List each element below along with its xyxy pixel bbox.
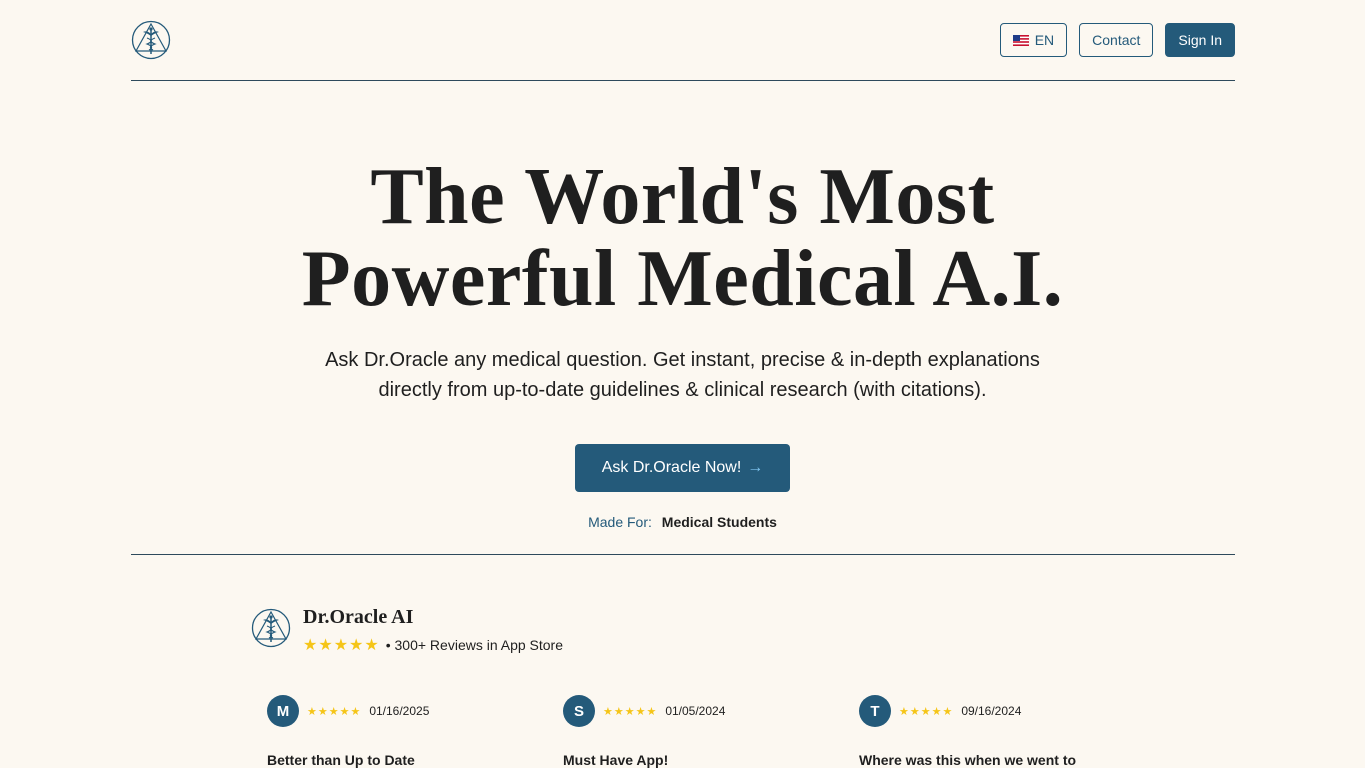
site-header: EN Contact Sign In xyxy=(131,0,1235,81)
hero-subtitle-line-2: directly from up-to-date guidelines & cl… xyxy=(378,379,987,401)
hero-subtitle: Ask Dr.Oracle any medical question. Get … xyxy=(0,345,1365,405)
review-card: M ★★★★★ 01/16/2025 Better than Up to Dat… xyxy=(267,695,527,768)
brand-name: Dr.Oracle AI xyxy=(303,606,414,628)
hero-title: The World's Most Powerful Medical A.I. xyxy=(0,156,1365,320)
hero-subtitle-line-1: Ask Dr.Oracle any medical question. Get … xyxy=(325,349,1040,371)
avatar: S xyxy=(563,695,595,727)
ask-dr-oracle-button[interactable]: Ask Dr.Oracle Now! → xyxy=(575,444,790,492)
made-for-value: Medical Students xyxy=(661,514,777,530)
review-date: 01/05/2024 xyxy=(665,704,726,718)
review-header: M ★★★★★ 01/16/2025 xyxy=(267,695,527,727)
contact-button[interactable]: Contact xyxy=(1079,23,1154,57)
sign-in-button[interactable]: Sign In xyxy=(1165,23,1235,57)
caduceus-logo-icon xyxy=(251,608,291,648)
avatar: T xyxy=(859,695,891,727)
arrow-right-icon: → xyxy=(747,459,764,476)
page: EN Contact Sign In The World's Most Powe… xyxy=(0,0,1365,768)
star-icon: ★★★★★ xyxy=(303,637,380,654)
header-nav: EN Contact Sign In xyxy=(999,23,1235,57)
review-title: Better than Up to Date xyxy=(267,752,415,768)
brand-rating: ★★★★★ • 300+ Reviews in App Store xyxy=(303,635,563,655)
review-date: 01/16/2025 xyxy=(369,704,430,718)
review-header: S ★★★★★ 01/05/2024 xyxy=(563,695,823,727)
language-selector[interactable]: EN xyxy=(999,23,1068,57)
star-icon: ★★★★★ xyxy=(603,705,658,718)
review-card: S ★★★★★ 01/05/2024 Must Have App! xyxy=(563,695,823,768)
caduceus-logo-icon[interactable] xyxy=(131,20,171,60)
reviews-summary: • 300+ Reviews in App Store xyxy=(385,637,564,653)
made-for: Made For: Medical Students xyxy=(0,514,1365,530)
avatar: M xyxy=(267,695,299,727)
review-date: 09/16/2024 xyxy=(961,704,1022,718)
star-icon: ★★★★★ xyxy=(307,705,362,718)
cta-label: Ask Dr.Oracle Now! xyxy=(601,459,742,476)
section-divider xyxy=(131,554,1235,555)
language-label: EN xyxy=(1034,32,1055,48)
us-flag-icon xyxy=(1012,34,1029,46)
star-icon: ★★★★★ xyxy=(899,705,954,718)
hero-title-line-2: Powerful Medical A.I. xyxy=(301,235,1064,323)
review-header: T ★★★★★ 09/16/2024 xyxy=(859,695,1119,727)
review-title: Where was this when we went to school? xyxy=(859,752,1077,768)
review-card: T ★★★★★ 09/16/2024 Where was this when w… xyxy=(859,695,1119,768)
made-for-label: Made For: xyxy=(588,514,652,530)
hero-title-line-1: The World's Most xyxy=(370,153,995,241)
review-title: Must Have App! xyxy=(563,752,669,768)
